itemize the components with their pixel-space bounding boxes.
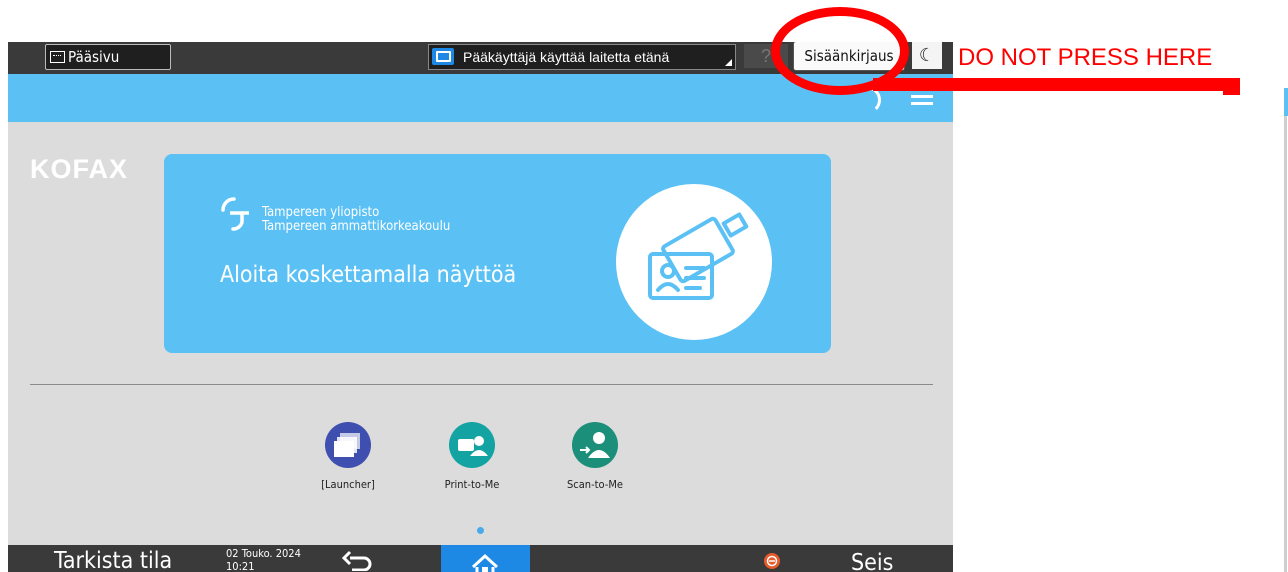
home-button[interactable] <box>441 545 530 572</box>
expand-corner-icon <box>725 59 732 66</box>
app-label: Scan-to-Me <box>567 478 623 491</box>
touch-to-start-prompt: Aloita koskettamalla näyttöä <box>220 262 517 288</box>
university-logo-icon <box>221 197 249 231</box>
home-page-label: Pääsivu <box>68 48 120 66</box>
warning-arrow-tail <box>1223 82 1240 95</box>
back-arrow-icon[interactable] <box>340 549 376 571</box>
bottom-bar: Tarkista tila 02 Touko. 2024 10:21 Seis <box>8 545 953 572</box>
date-time: 02 Touko. 2024 10:21 <box>226 547 301 572</box>
right-edge-divider <box>1284 88 1287 572</box>
stop-icon[interactable] <box>764 553 780 569</box>
print-to-me-icon <box>449 422 495 468</box>
login-banner[interactable]: Tampereen yliopisto Tampereen ammattikor… <box>164 154 831 353</box>
app-print-to-me[interactable]: Print-to-Me <box>426 422 518 491</box>
kofax-logo: KOFAX <box>30 154 129 184</box>
app-label: [Launcher] <box>321 478 375 491</box>
launcher-icon <box>325 422 371 468</box>
apps-grid-icon <box>50 51 65 63</box>
scan-to-me-icon <box>572 422 618 468</box>
section-divider <box>30 384 933 385</box>
remote-screen-icon <box>432 48 454 65</box>
page-indicator-dot <box>477 527 484 534</box>
right-edge-blue-strip <box>1284 88 1288 116</box>
app-label: Print-to-Me <box>444 478 500 491</box>
remote-admin-status[interactable]: Pääkäyttäjä käyttää laitetta etänä <box>428 44 736 70</box>
institution-line-1: Tampereen yliopisto <box>262 205 380 220</box>
home-icon <box>471 553 499 572</box>
app-launcher[interactable]: [Launcher] <box>302 422 394 491</box>
time-text: 10:21 <box>226 560 255 572</box>
id-card-hand-icon <box>616 184 772 340</box>
home-page-button[interactable]: Pääsivu <box>45 44 171 70</box>
device-screen: Pääsivu Pääkäyttäjä käyttää laitetta etä… <box>8 42 953 572</box>
stop-button[interactable]: Seis <box>851 547 893 572</box>
remote-admin-text: Pääkäyttäjä käyttää laitetta etänä <box>463 49 670 65</box>
check-status-button[interactable]: Tarkista tila <box>8 545 208 572</box>
app-scan-to-me[interactable]: Scan-to-Me <box>549 422 641 491</box>
energy-saver-moon-icon[interactable]: ☾ <box>912 42 942 69</box>
institution-line-2: Tampereen ammattikorkeakoulu <box>262 219 451 234</box>
date-text: 02 Touko. 2024 <box>226 547 301 560</box>
warning-arrow-annotation <box>873 78 1240 91</box>
do-not-press-warning: DO NOT PRESS HERE <box>958 44 1213 71</box>
institution-name: Tampereen yliopisto Tampereen ammattikor… <box>262 206 450 234</box>
